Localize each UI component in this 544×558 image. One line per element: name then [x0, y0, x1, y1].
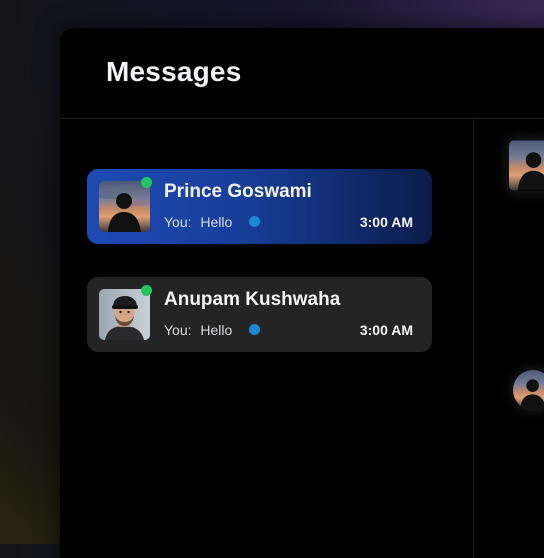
- message-time: 3:00 AM: [359, 214, 413, 230]
- online-status-dot: [141, 177, 152, 188]
- conversation-item-anupam-kushwaha[interactable]: Anupam Kushwaha You: Hello 3:00 AM: [87, 277, 432, 352]
- silhouette-sunset-avatar: [99, 181, 150, 232]
- message-preview: You: Hello: [164, 214, 232, 230]
- last-message: Hello: [200, 322, 233, 338]
- message-preview: You: Hello: [164, 322, 232, 338]
- chat-message-avatar: [513, 370, 544, 410]
- contact-name: Prince Goswami: [164, 181, 312, 202]
- sender-prefix: You:: [164, 214, 192, 230]
- page-title: Messages: [106, 56, 242, 87]
- contact-name: Anupam Kushwaha: [164, 289, 341, 310]
- header-divider: [60, 118, 544, 119]
- last-message: Hello: [200, 214, 233, 230]
- man-with-cap-avatar: [99, 289, 150, 340]
- online-status-dot: [141, 285, 152, 296]
- sender-prefix: You:: [164, 322, 192, 338]
- panel-divider: [473, 118, 474, 558]
- conversation-item-prince-goswami[interactable]: Prince Goswami You: Hello 3:00 AM: [87, 169, 432, 244]
- unread-indicator: [249, 324, 260, 335]
- messages-window: Messages Prince Goswami You: Hello 3:00 …: [60, 28, 544, 558]
- chat-header-avatar[interactable]: [509, 140, 544, 191]
- message-time: 3:00 AM: [359, 322, 413, 338]
- unread-indicator: [249, 216, 260, 227]
